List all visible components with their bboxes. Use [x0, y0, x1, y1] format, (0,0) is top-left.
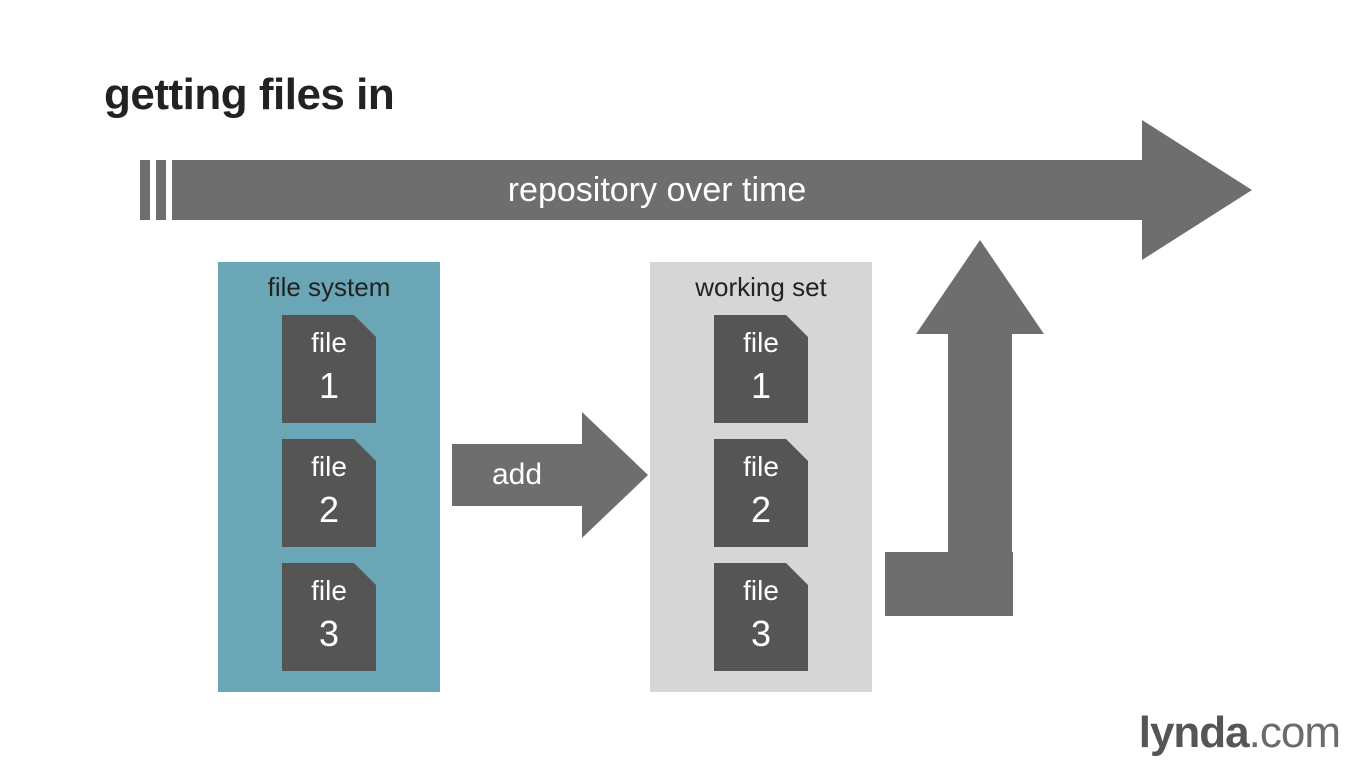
- timeline-tick-1: [140, 160, 150, 220]
- page-title: getting files in: [104, 70, 394, 120]
- file-number: 2: [714, 489, 808, 531]
- file-label: file: [282, 575, 376, 607]
- arrowhead-right-icon: [1142, 120, 1252, 260]
- file-icon: file 2: [282, 439, 376, 547]
- file-icon: file 1: [282, 315, 376, 423]
- file-label: file: [714, 451, 808, 483]
- file-icon: file 3: [282, 563, 376, 671]
- arrowhead-up-icon: [916, 240, 1044, 334]
- working-set-column: working set file 1 file 2 file 3: [650, 262, 872, 692]
- brand-logo: lynda.com: [1139, 708, 1340, 758]
- arrowhead-right-icon: [582, 412, 648, 538]
- add-arrow-body: add: [452, 444, 582, 506]
- file-label: file: [282, 327, 376, 359]
- timeline-bar: repository over time: [172, 160, 1142, 220]
- diagram-stage: getting files in repository over time fi…: [0, 0, 1366, 768]
- file-label: file: [282, 451, 376, 483]
- file-number: 1: [282, 365, 376, 407]
- up-arrow-vertical: [948, 330, 1012, 616]
- file-icon: file 1: [714, 315, 808, 423]
- file-label: file: [714, 327, 808, 359]
- file-icon: file 2: [714, 439, 808, 547]
- file-number: 1: [714, 365, 808, 407]
- timeline-label: repository over time: [508, 171, 807, 210]
- brand-name: lynda: [1139, 708, 1249, 757]
- timeline-tick-2: [156, 160, 166, 220]
- file-system-title: file system: [218, 272, 440, 303]
- file-icon: file 3: [714, 563, 808, 671]
- file-number: 2: [282, 489, 376, 531]
- file-label: file: [714, 575, 808, 607]
- working-set-title: working set: [650, 272, 872, 303]
- add-label: add: [492, 458, 542, 492]
- file-system-column: file system file 1 file 2 file 3: [218, 262, 440, 692]
- brand-tld: .com: [1249, 708, 1340, 757]
- file-number: 3: [714, 613, 808, 655]
- file-number: 3: [282, 613, 376, 655]
